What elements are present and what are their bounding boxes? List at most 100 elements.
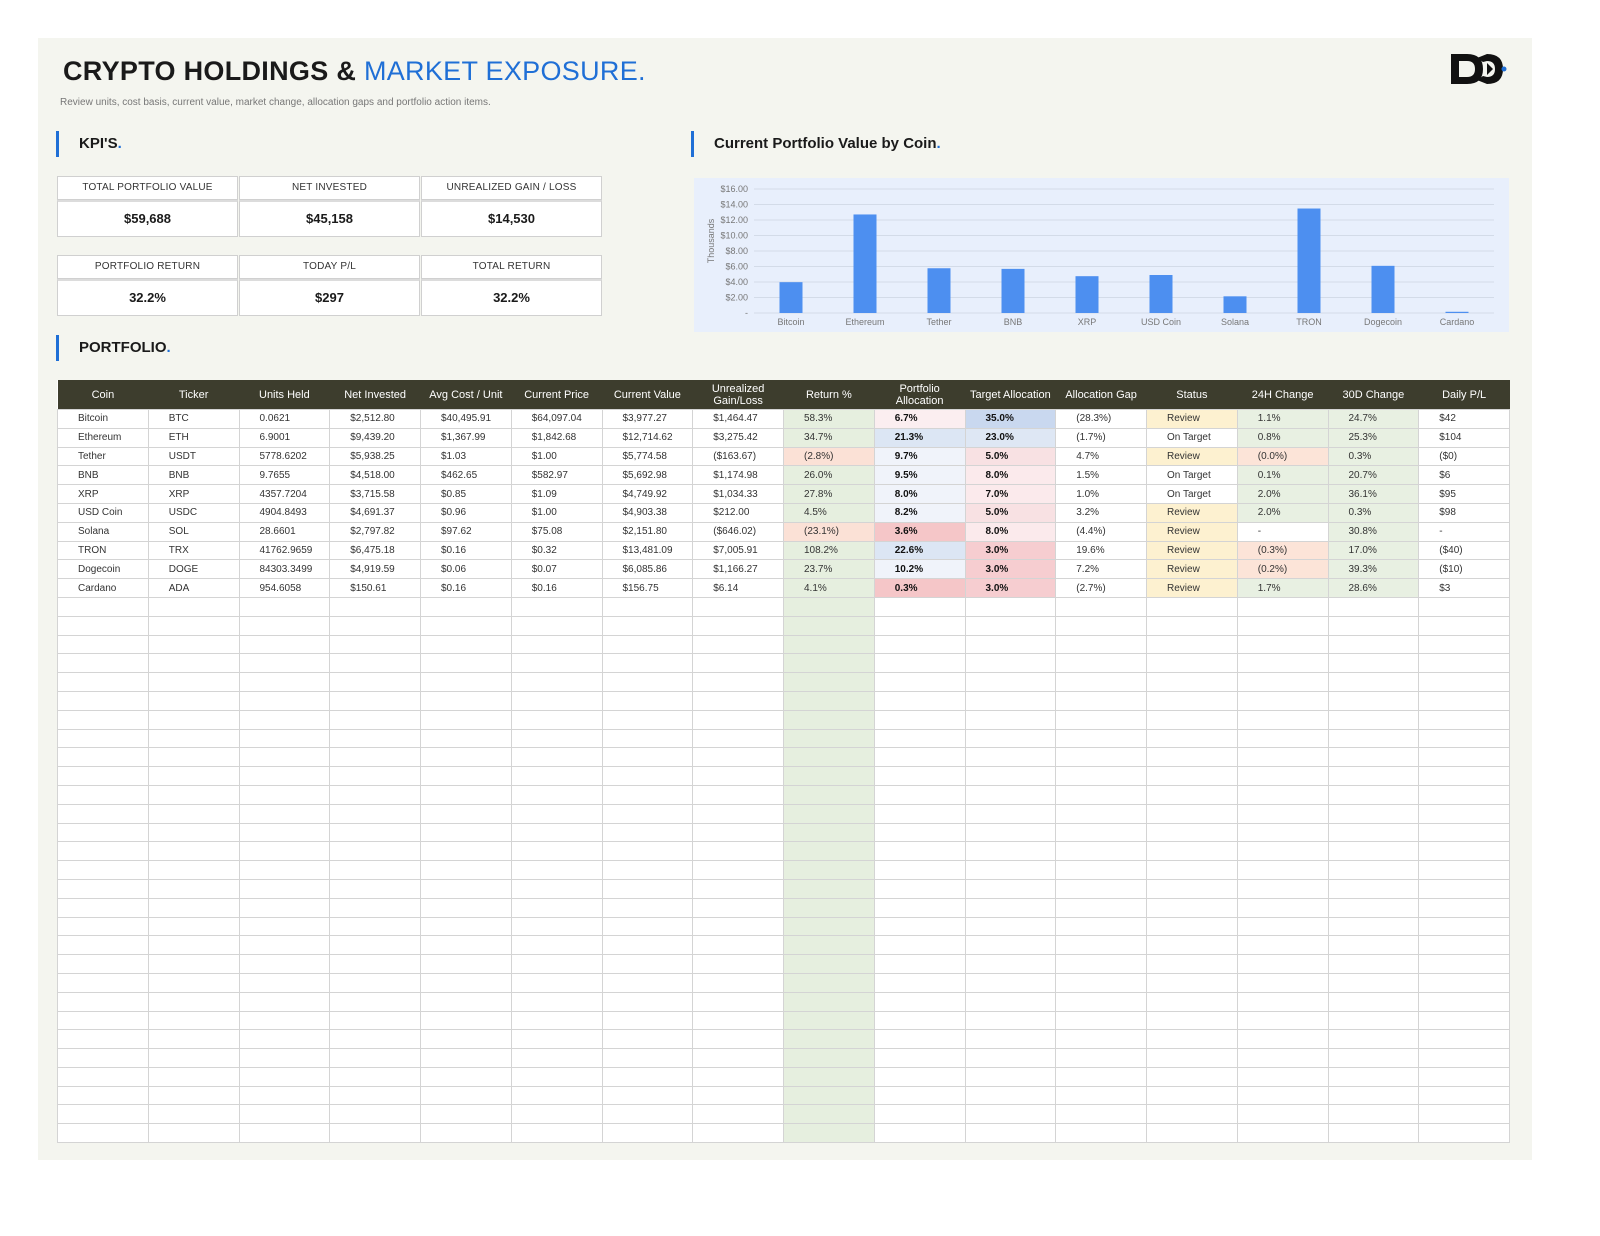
empty-cell[interactable]	[420, 1029, 512, 1050]
empty-cell[interactable]	[1327, 1123, 1420, 1144]
table-cell[interactable]: $0.32	[510, 540, 603, 561]
empty-cell[interactable]	[783, 916, 875, 937]
empty-cell[interactable]	[964, 897, 1057, 918]
table-cell[interactable]: $4,919.59	[329, 559, 421, 580]
empty-cell[interactable]	[692, 860, 784, 880]
table-cell[interactable]: 4.1%	[783, 578, 875, 598]
table-cell[interactable]: ($646.02)	[692, 521, 784, 542]
empty-cell[interactable]	[1327, 803, 1420, 824]
empty-cell[interactable]	[1055, 972, 1147, 993]
empty-cell[interactable]	[1236, 709, 1329, 730]
empty-cell[interactable]	[1418, 897, 1510, 918]
empty-cell[interactable]	[783, 690, 875, 711]
empty-cell[interactable]	[1327, 709, 1420, 730]
table-cell[interactable]: $0.07	[510, 559, 603, 580]
empty-cell[interactable]	[329, 766, 421, 786]
table-cell[interactable]: 9.7655	[238, 465, 331, 486]
empty-cell[interactable]	[1236, 803, 1329, 824]
table-cell[interactable]: TRON	[57, 540, 149, 561]
empty-cell[interactable]	[147, 690, 240, 711]
table-cell[interactable]: 23.0%	[964, 427, 1057, 448]
empty-cell[interactable]	[1418, 916, 1510, 937]
empty-cell[interactable]	[1146, 634, 1238, 655]
column-header[interactable]: Current Price	[511, 380, 602, 410]
empty-cell[interactable]	[420, 615, 512, 636]
empty-cell[interactable]	[964, 878, 1057, 899]
table-cell[interactable]: Review	[1146, 559, 1238, 580]
table-cell[interactable]: $40,495.91	[420, 409, 512, 429]
empty-cell[interactable]	[420, 596, 512, 617]
empty-table-row[interactable]	[57, 1010, 1510, 1031]
empty-cell[interactable]	[1146, 803, 1238, 824]
empty-cell[interactable]	[57, 897, 149, 918]
table-cell[interactable]: $462.65	[420, 465, 512, 486]
empty-cell[interactable]	[601, 991, 694, 1012]
empty-table-row[interactable]	[57, 615, 1510, 636]
empty-cell[interactable]	[601, 878, 694, 899]
empty-cell[interactable]	[692, 653, 784, 674]
table-cell[interactable]: 7.2%	[1055, 559, 1147, 580]
empty-cell[interactable]	[873, 634, 966, 655]
empty-cell[interactable]	[1055, 1066, 1147, 1087]
table-cell[interactable]: 25.3%	[1327, 427, 1420, 448]
empty-cell[interactable]	[1236, 897, 1329, 918]
table-cell[interactable]: Tether	[57, 446, 149, 467]
table-cell[interactable]: 84303.3499	[238, 559, 331, 580]
empty-cell[interactable]	[873, 1104, 966, 1125]
empty-cell[interactable]	[1055, 709, 1147, 730]
table-cell[interactable]: Bitcoin	[57, 409, 149, 429]
empty-cell[interactable]	[329, 784, 421, 805]
empty-cell[interactable]	[510, 615, 603, 636]
empty-cell[interactable]	[510, 634, 603, 655]
empty-cell[interactable]	[783, 935, 875, 956]
empty-cell[interactable]	[329, 1066, 421, 1087]
empty-cell[interactable]	[601, 766, 694, 786]
table-cell[interactable]: BTC	[147, 409, 240, 429]
table-cell[interactable]: ETH	[147, 427, 240, 448]
empty-cell[interactable]	[783, 1048, 875, 1068]
empty-cell[interactable]	[510, 1048, 603, 1068]
table-cell[interactable]: 8.0%	[964, 465, 1057, 486]
empty-table-row[interactable]	[57, 596, 1510, 617]
empty-cell[interactable]	[1327, 690, 1420, 711]
empty-cell[interactable]	[329, 747, 421, 768]
table-cell[interactable]: (1.7%)	[1055, 427, 1147, 448]
empty-cell[interactable]	[601, 1048, 694, 1068]
table-cell[interactable]: DOGE	[147, 559, 240, 580]
empty-table-row[interactable]	[57, 653, 1510, 674]
empty-cell[interactable]	[601, 1029, 694, 1050]
empty-cell[interactable]	[1236, 878, 1329, 899]
empty-cell[interactable]	[1327, 596, 1420, 617]
empty-cell[interactable]	[873, 991, 966, 1012]
empty-cell[interactable]	[783, 766, 875, 786]
empty-cell[interactable]	[783, 954, 875, 974]
table-cell[interactable]: $582.97	[510, 465, 603, 486]
empty-cell[interactable]	[873, 822, 966, 843]
table-cell[interactable]: (0.0%)	[1236, 446, 1329, 467]
empty-cell[interactable]	[692, 1029, 784, 1050]
empty-cell[interactable]	[1055, 596, 1147, 617]
empty-cell[interactable]	[1236, 991, 1329, 1012]
empty-cell[interactable]	[238, 841, 331, 862]
empty-cell[interactable]	[692, 747, 784, 768]
empty-cell[interactable]	[1418, 747, 1510, 768]
empty-table-row[interactable]	[57, 1085, 1510, 1106]
empty-cell[interactable]	[147, 709, 240, 730]
empty-cell[interactable]	[783, 822, 875, 843]
empty-cell[interactable]	[1327, 897, 1420, 918]
empty-cell[interactable]	[238, 728, 331, 749]
empty-cell[interactable]	[1236, 822, 1329, 843]
empty-cell[interactable]	[57, 822, 149, 843]
empty-cell[interactable]	[1327, 878, 1420, 899]
empty-cell[interactable]	[1146, 897, 1238, 918]
table-cell[interactable]: $13,481.09	[601, 540, 694, 561]
empty-cell[interactable]	[238, 1123, 331, 1144]
table-row[interactable]: Dogecoin DOGE 84303.3499 $4,919.59 $0.06 $0.0…	[57, 559, 1510, 580]
empty-cell[interactable]	[510, 897, 603, 918]
empty-cell[interactable]	[147, 954, 240, 974]
empty-cell[interactable]	[692, 615, 784, 636]
table-cell[interactable]: 1.0%	[1055, 484, 1147, 504]
empty-cell[interactable]	[1146, 1029, 1238, 1050]
empty-cell[interactable]	[601, 747, 694, 768]
empty-cell[interactable]	[964, 1010, 1057, 1031]
